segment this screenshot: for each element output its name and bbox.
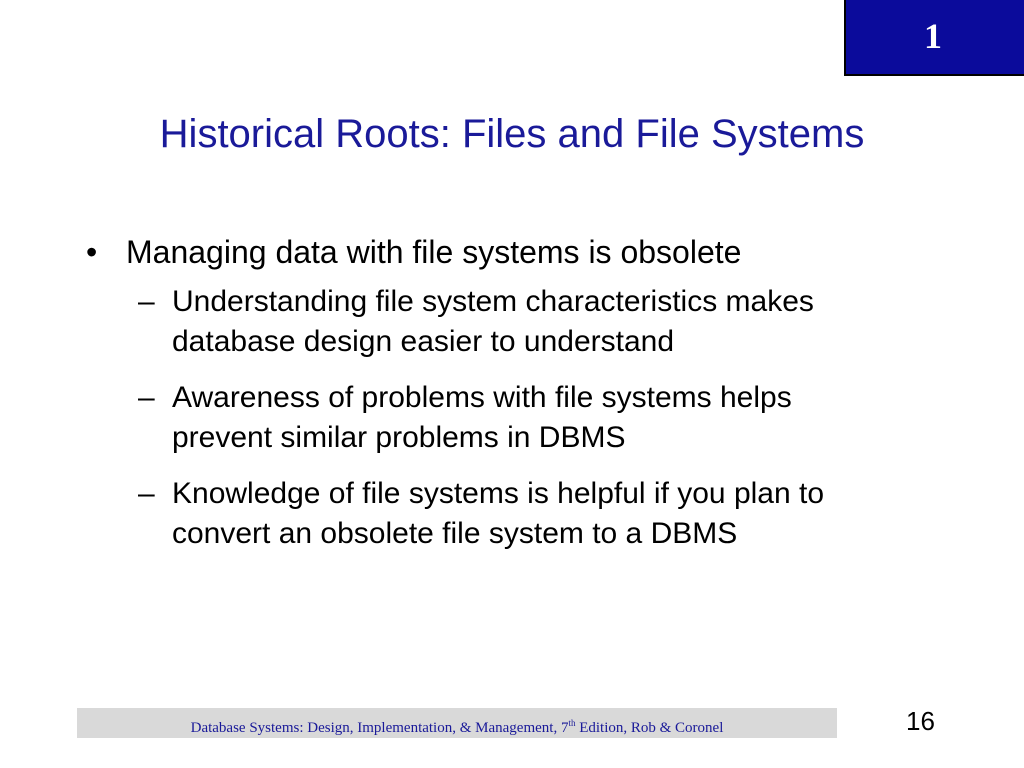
footer-text-main: Database Systems: Design, Implementation…	[190, 720, 569, 736]
sub-bullet-marker: –	[138, 477, 155, 510]
sub-bullet-marker: –	[138, 381, 155, 414]
footer-text-rest: Edition, Rob & Coronel	[575, 720, 724, 736]
sub-bullet-marker: –	[138, 285, 155, 318]
slide-title: Historical Roots: Files and File Systems	[159, 112, 865, 156]
bullet-marker: •	[86, 234, 98, 270]
slide-content: • Managing data with file systems is obs…	[86, 232, 966, 570]
sub-bullet-item: – Knowledge of file systems is helpful i…	[138, 474, 898, 554]
chapter-badge: 1	[844, 0, 1024, 76]
sub-bullet-list: – Understanding file system characterist…	[138, 282, 966, 554]
bullet-item: • Managing data with file systems is obs…	[86, 232, 966, 272]
footer-citation: Database Systems: Design, Implementation…	[191, 715, 724, 736]
sub-bullet-text: Knowledge of file systems is helpful if …	[172, 477, 825, 550]
footer-bar: Database Systems: Design, Implementation…	[77, 708, 837, 738]
page-number: 16	[906, 706, 935, 736]
sub-bullet-item: – Awareness of problems with file system…	[138, 378, 898, 458]
sub-bullet-text: Awareness of problems with file systems …	[172, 381, 792, 454]
sub-bullet-item: – Understanding file system characterist…	[138, 282, 898, 362]
bullet-text: Managing data with file systems is obsol…	[126, 234, 742, 270]
sub-bullet-text: Understanding file system characteristic…	[172, 285, 814, 358]
chapter-number: 1	[924, 16, 942, 56]
